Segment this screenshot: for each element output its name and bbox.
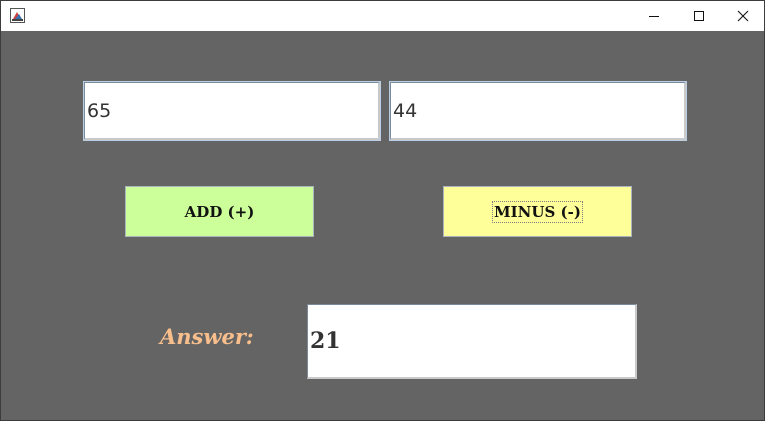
minus-button-label: MINUS (-): [492, 200, 583, 223]
answer-label: Answer:: [160, 324, 254, 349]
close-button[interactable]: [720, 1, 765, 31]
close-icon: [737, 10, 749, 22]
java-app-icon: [10, 8, 25, 23]
maximize-icon: [694, 11, 704, 21]
calculator-panel: ADD (+) MINUS (-) Answer:: [1, 31, 764, 420]
minimize-button[interactable]: [631, 1, 677, 31]
title-bar[interactable]: [1, 1, 764, 31]
minimize-icon: [649, 16, 659, 17]
maximize-button[interactable]: [676, 1, 722, 31]
add-button-label: ADD (+): [184, 202, 255, 221]
answer-field[interactable]: [307, 304, 637, 379]
first-number-input[interactable]: [83, 81, 381, 141]
add-button[interactable]: ADD (+): [125, 186, 314, 237]
second-number-input[interactable]: [389, 81, 687, 141]
minus-button[interactable]: MINUS (-): [443, 186, 632, 237]
app-window: ADD (+) MINUS (-) Answer:: [0, 0, 765, 421]
